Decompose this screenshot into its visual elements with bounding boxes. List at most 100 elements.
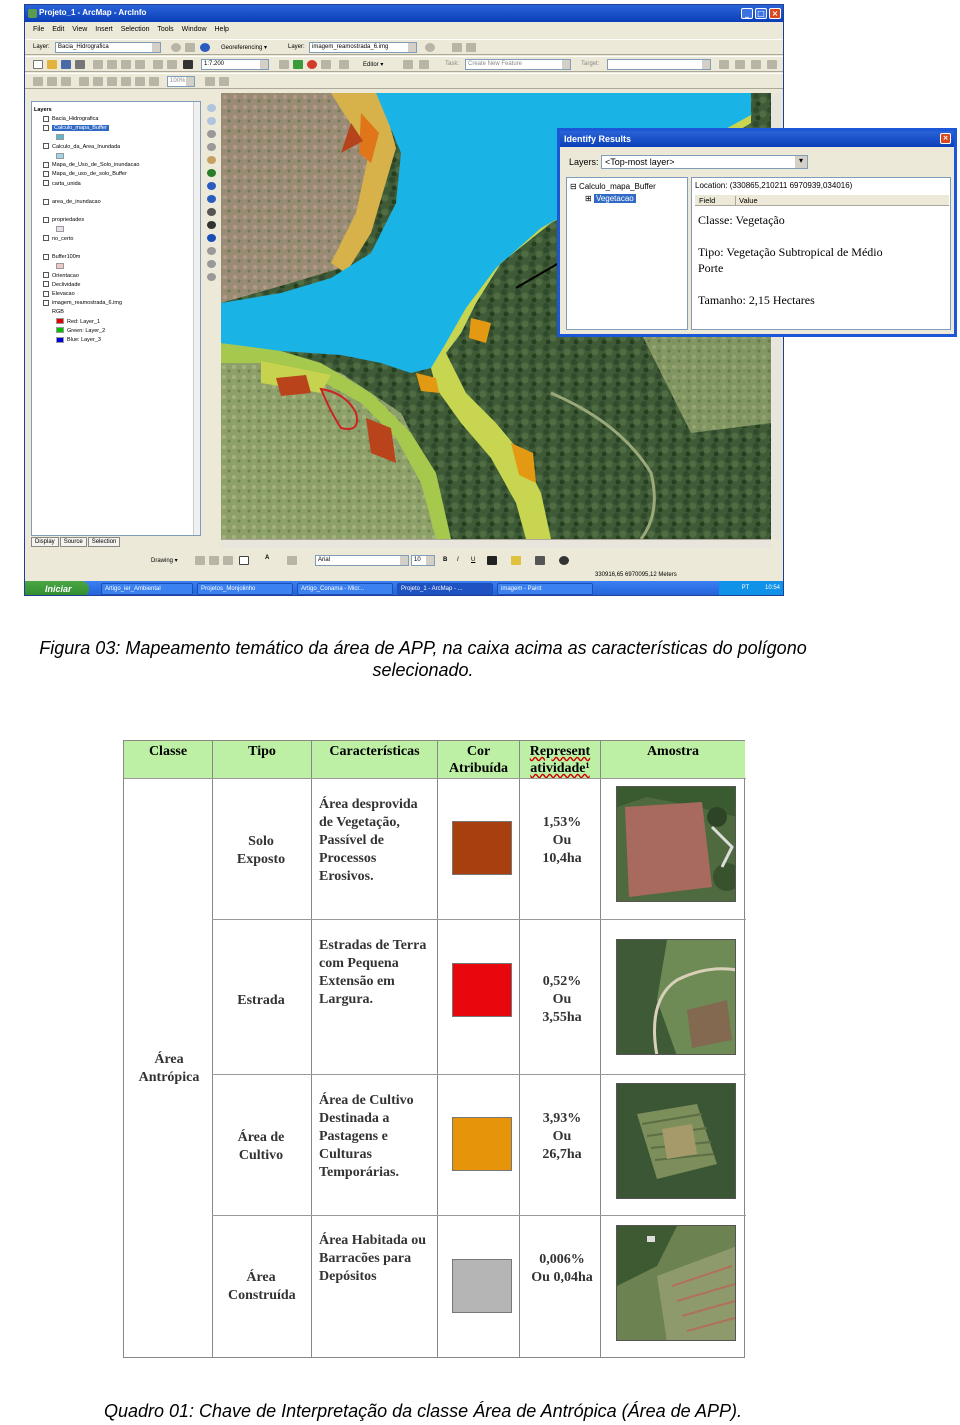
- zoom-out-icon[interactable]: [206, 117, 216, 125]
- line-color-icon[interactable]: [535, 556, 545, 565]
- layer-checkbox[interactable]: [43, 115, 49, 122]
- pan-icon[interactable]: [206, 156, 216, 164]
- save-icon[interactable]: [61, 60, 71, 69]
- column-value[interactable]: Value: [735, 196, 758, 205]
- edit-tool-icon[interactable]: [403, 60, 413, 69]
- split-icon[interactable]: [719, 60, 729, 69]
- zoom-in-icon[interactable]: [206, 104, 216, 112]
- zoom-whole-page-icon[interactable]: [79, 77, 89, 86]
- sketch-properties-icon[interactable]: [767, 60, 777, 69]
- maximize-button[interactable]: □: [755, 8, 767, 19]
- toc-layer-item[interactable]: Calculo_mapa_Buffer: [43, 124, 109, 132]
- text-icon[interactable]: A: [265, 555, 275, 564]
- toc-layer-item[interactable]: [52, 152, 67, 160]
- language-indicator[interactable]: PT: [742, 585, 750, 591]
- toc-layer-item[interactable]: Red: Layer_1: [52, 318, 100, 326]
- go-back-icon[interactable]: [135, 77, 145, 86]
- delete-link-icon[interactable]: [466, 43, 476, 52]
- layer-checkbox[interactable]: [43, 253, 49, 260]
- close-button[interactable]: ×: [769, 8, 781, 19]
- rectangle-icon[interactable]: [239, 556, 249, 565]
- task-combo[interactable]: Create New Feature: [465, 59, 571, 70]
- toggle-draft-icon[interactable]: [205, 77, 215, 86]
- tree-root-item[interactable]: ⊟ Calculo_mapa_Buffer: [570, 182, 656, 191]
- drawing-menu[interactable]: Drawing ▾: [151, 557, 178, 564]
- layer-checkbox[interactable]: [43, 124, 49, 131]
- toc-layer-item[interactable]: Calculo_da_Area_Inundada: [43, 143, 120, 151]
- layer-checkbox[interactable]: [43, 272, 49, 279]
- toc-layer-item[interactable]: Buffer100m: [43, 253, 80, 261]
- menu-edit[interactable]: Edit: [52, 26, 64, 33]
- measure-icon[interactable]: [206, 260, 216, 268]
- open-icon[interactable]: [47, 60, 57, 69]
- zoom-100-icon[interactable]: [93, 77, 103, 86]
- toc-layer-item[interactable]: Elevacao: [43, 290, 75, 298]
- toc-layer-item[interactable]: [52, 134, 67, 142]
- focus-data-frame-icon[interactable]: [219, 77, 229, 86]
- tab-source[interactable]: Source: [59, 537, 87, 547]
- attributes-icon[interactable]: [751, 60, 761, 69]
- toc-layer-item[interactable]: [52, 226, 67, 234]
- hyperlink-icon[interactable]: [206, 273, 216, 281]
- task-projeto-arcmap[interactable]: Projeto_1 - ArcMap - ...: [397, 583, 493, 595]
- toc-layer-item[interactable]: carta_unida: [43, 180, 81, 188]
- font-size-combo[interactable]: 10: [411, 555, 435, 566]
- menu-help[interactable]: Help: [215, 26, 229, 33]
- tab-selection[interactable]: Selection: [87, 537, 121, 547]
- globe-icon[interactable]: [200, 43, 210, 52]
- link-icon[interactable]: [452, 43, 462, 52]
- toc-layer-item[interactable]: no_certo: [43, 235, 73, 243]
- menu-window[interactable]: Window: [182, 26, 207, 33]
- layer-checkbox[interactable]: [43, 299, 49, 306]
- toc-layer-item[interactable]: Orientacao: [43, 272, 79, 280]
- font-color-icon[interactable]: [487, 556, 497, 565]
- layer-checkbox[interactable]: [43, 216, 49, 223]
- start-button[interactable]: Iniciar: [25, 581, 89, 595]
- fixed-zoom-icon[interactable]: [206, 130, 216, 138]
- arccatalog-icon[interactable]: [293, 60, 303, 69]
- tree-child-item[interactable]: ⊞ Vegetacao: [585, 194, 636, 203]
- bold-button[interactable]: B: [443, 557, 447, 563]
- menu-tools[interactable]: Tools: [157, 26, 173, 33]
- toc-layer-item[interactable]: Green: Layer_2: [52, 327, 105, 335]
- toc-layer-item[interactable]: Layers: [34, 106, 52, 114]
- delete-icon[interactable]: [135, 60, 145, 69]
- toc-layer-item[interactable]: [52, 262, 67, 270]
- toc-layer-item[interactable]: Bacia_Hidrografica: [43, 115, 98, 123]
- find-icon[interactable]: [206, 247, 216, 255]
- menu-selection[interactable]: Selection: [121, 26, 150, 33]
- column-field[interactable]: Field: [699, 196, 715, 205]
- layer-checkbox[interactable]: [43, 161, 49, 168]
- full-extent-icon[interactable]: [185, 43, 195, 52]
- marker-color-icon[interactable]: [559, 556, 569, 565]
- rotate-icon[interactable]: [425, 43, 435, 52]
- whats-this-icon[interactable]: [339, 60, 349, 69]
- toc-scrollbar[interactable]: [193, 102, 200, 535]
- identify-close-button[interactable]: ×: [940, 133, 951, 144]
- new-icon[interactable]: [33, 60, 43, 69]
- redo-icon[interactable]: [167, 60, 177, 69]
- toc-layer-item[interactable]: Mapa_de_uso_de_solo_Buffer: [43, 170, 127, 178]
- fixed-zoom-out-icon[interactable]: [206, 143, 216, 151]
- zoom-element-icon[interactable]: [223, 556, 233, 565]
- select-features-icon[interactable]: [206, 208, 216, 216]
- sketch-tool-icon[interactable]: [419, 60, 429, 69]
- tab-display[interactable]: Display: [31, 537, 59, 547]
- menu-insert[interactable]: Insert: [95, 26, 113, 33]
- layer-checkbox[interactable]: [43, 170, 49, 177]
- minimize-button[interactable]: _: [741, 8, 753, 19]
- underline-button[interactable]: U: [471, 557, 475, 563]
- layout-zoom-in-icon[interactable]: [33, 77, 43, 86]
- rotate-element-icon[interactable]: [209, 556, 219, 565]
- layer-checkbox[interactable]: [43, 143, 49, 150]
- print-icon[interactable]: [75, 60, 85, 69]
- add-data-icon[interactable]: [183, 60, 193, 69]
- menu-file[interactable]: File: [33, 26, 44, 33]
- task-imagem-paint[interactable]: imagem - Paint: [497, 583, 593, 595]
- toc-layer-item[interactable]: propriedades: [43, 216, 84, 224]
- forward-extent-icon[interactable]: [206, 195, 216, 203]
- task-projetos-monjolinho[interactable]: Projetos_Monjolinho: [197, 583, 293, 595]
- go-forward-icon[interactable]: [149, 77, 159, 86]
- arctoolbox-icon[interactable]: [307, 60, 317, 69]
- full-extent-icon[interactable]: [206, 169, 216, 177]
